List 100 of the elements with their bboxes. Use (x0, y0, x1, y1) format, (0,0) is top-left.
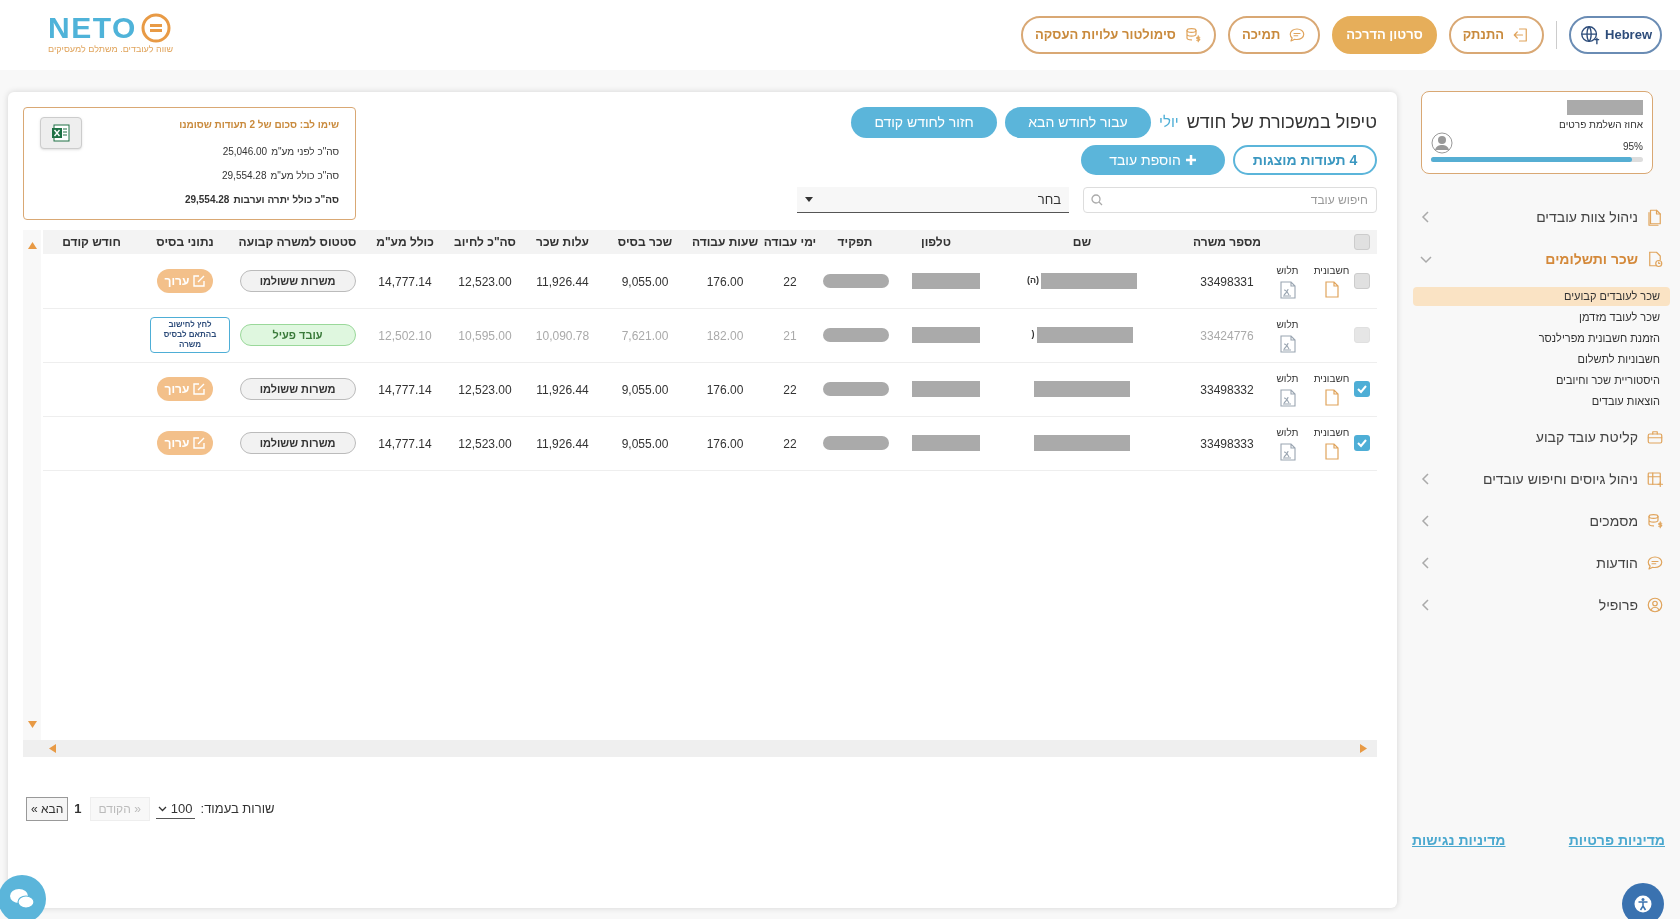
document-icon[interactable] (1324, 280, 1339, 298)
column-header: טלפון (921, 235, 951, 249)
sidebar-item[interactable]: ניהול גיוסים וחיפוש עובדים (1409, 459, 1674, 499)
sidebar-subitem[interactable]: היסטוריית שכר וחיובים (1413, 371, 1670, 390)
scroll-up-icon[interactable] (27, 242, 37, 249)
scroll-right-icon[interactable] (1360, 744, 1367, 753)
table-cell: 9,055.00 (621, 274, 669, 289)
column-header: שם (1072, 235, 1092, 249)
horizontal-scrollbar[interactable] (23, 740, 1377, 757)
table-cell: 9,055.00 (621, 437, 669, 451)
search-icon (1091, 194, 1103, 206)
sidebar-subitem[interactable]: הזמנת חשבונית מפרילנסר (1413, 329, 1670, 348)
sidebar-item[interactable]: קליטת עובד קבוע (1409, 417, 1674, 457)
redaction-bar (823, 436, 889, 450)
redaction-bar (823, 328, 889, 342)
logo-icon (140, 13, 171, 44)
excel-export-button[interactable] (40, 117, 82, 149)
table-cell: 11,926.44 (536, 274, 589, 289)
chat-bubbles-icon (9, 888, 35, 910)
spreadsheet-icon (51, 123, 71, 143)
coins-icon (1183, 26, 1202, 44)
column-header: שעות עבודה (691, 235, 759, 249)
column-header: שכר בסיס (617, 235, 673, 249)
summary-value: 25,046.00 (222, 145, 268, 159)
redaction-bar (912, 381, 980, 397)
table-cell: 12,523.00 (458, 383, 512, 397)
sidebar-subitem[interactable]: שכר לעובדים קבועים (1413, 287, 1670, 306)
edit-icon (193, 437, 206, 449)
briefcase-icon (1646, 428, 1664, 446)
pdf-icon[interactable] (1279, 443, 1296, 461)
document-icon[interactable] (1324, 389, 1339, 406)
language-button[interactable]: Hebrew (1569, 16, 1662, 54)
table-cell: 12,502.10 (378, 329, 432, 343)
logo-wordmark: NETO (48, 13, 137, 44)
redaction-bar (823, 382, 889, 396)
scroll-left-icon[interactable] (49, 744, 56, 753)
sidebar-item[interactable]: מסמכים (1409, 501, 1674, 541)
page-size-select[interactable]: 100 (155, 799, 195, 819)
filter-dropdown[interactable]: בחר (797, 187, 1069, 213)
column-header: סה"כ לחיוב (454, 235, 516, 249)
table-cell: 22 (783, 383, 797, 397)
sidebar-item[interactable]: ניהול צוות עובדים (1409, 197, 1674, 237)
scroll-down-icon[interactable] (27, 721, 37, 728)
table-cell: 176.00 (706, 437, 744, 451)
document-label: חשבונית (1313, 426, 1350, 440)
sidebar-item[interactable]: פרופיל (1409, 585, 1674, 625)
page-title: טיפול במשכורת של חודש (1186, 110, 1377, 134)
document-label: תלוש (1276, 318, 1299, 332)
table-cell: 176.00 (706, 274, 744, 289)
table-cell: 14,777.14 (378, 437, 432, 451)
status-badge: משרות ששולמו (239, 378, 356, 400)
chevron-down-icon (157, 805, 167, 812)
accessibility-button[interactable] (1622, 883, 1664, 919)
sidebar-subitem[interactable]: הוצאות עובדים (1413, 392, 1670, 411)
table-cell: 11,926.44 (536, 383, 589, 397)
coins-icon (1646, 512, 1664, 530)
table-cell: 9,055.00 (621, 383, 669, 397)
chat-icon (1646, 554, 1664, 572)
redaction-bar (912, 435, 980, 451)
checkbox[interactable] (1354, 381, 1370, 397)
sidebar-subitem[interactable]: חשבוניות לתשלום (1413, 350, 1670, 369)
column-header: סטטוס למשרה קבועה (238, 235, 357, 249)
avatar-icon (1431, 132, 1453, 154)
dropdown-caret-icon (805, 197, 813, 202)
table-cell: 33424776 (1200, 329, 1254, 343)
document-icon[interactable] (1324, 443, 1339, 460)
profile-label: אחוז השלמת פרטים (1559, 118, 1643, 132)
search-field[interactable]: חיפוש עובד (1083, 187, 1377, 213)
summary-value: 29,554.28 (222, 169, 267, 183)
edit-icon (193, 274, 206, 287)
table-cell: 7,621.00 (621, 329, 669, 343)
sidebar-subitem[interactable]: שכר לעובד מזדמן (1413, 308, 1670, 327)
checkbox[interactable] (1354, 234, 1370, 250)
summary-label: סה"כ כולל מע"מ (270, 169, 339, 183)
column-header: נתוני בסיס (156, 235, 214, 249)
pdf-icon[interactable] (1279, 280, 1296, 299)
document-icon (1646, 208, 1664, 226)
document-label: תלוש (1276, 263, 1299, 278)
checkbox[interactable] (1354, 272, 1370, 289)
table-cell: 22 (783, 274, 797, 289)
table-cell: 14,777.14 (378, 383, 432, 397)
summary-title: שימו לב: סכום של 2 תעודות שסומנו (179, 118, 339, 132)
table-cell: 12,523.00 (458, 437, 512, 451)
name-fragment: ( (1031, 328, 1035, 342)
next-page-button[interactable]: הבא » (26, 797, 69, 821)
sidebar-item[interactable]: הודעות (1409, 543, 1674, 583)
globe-icon (1579, 24, 1602, 46)
chat-button[interactable] (0, 875, 46, 919)
table-cell: 12,523.00 (458, 274, 512, 289)
rows-per-page-label: שורות בעמוד: (200, 800, 275, 819)
table-cell: 22 (783, 437, 797, 451)
column-header: תפקיד (837, 235, 873, 249)
pdf-icon[interactable] (1279, 335, 1296, 353)
table-cell: 176.00 (706, 383, 744, 397)
user-icon (1646, 596, 1664, 614)
pdf-icon[interactable] (1279, 389, 1296, 407)
checkbox[interactable] (1354, 435, 1370, 451)
table-cell: 10,595.00 (458, 329, 512, 343)
summary-value: 29,554.28 (184, 193, 230, 207)
document-label: תלוש (1276, 372, 1299, 386)
